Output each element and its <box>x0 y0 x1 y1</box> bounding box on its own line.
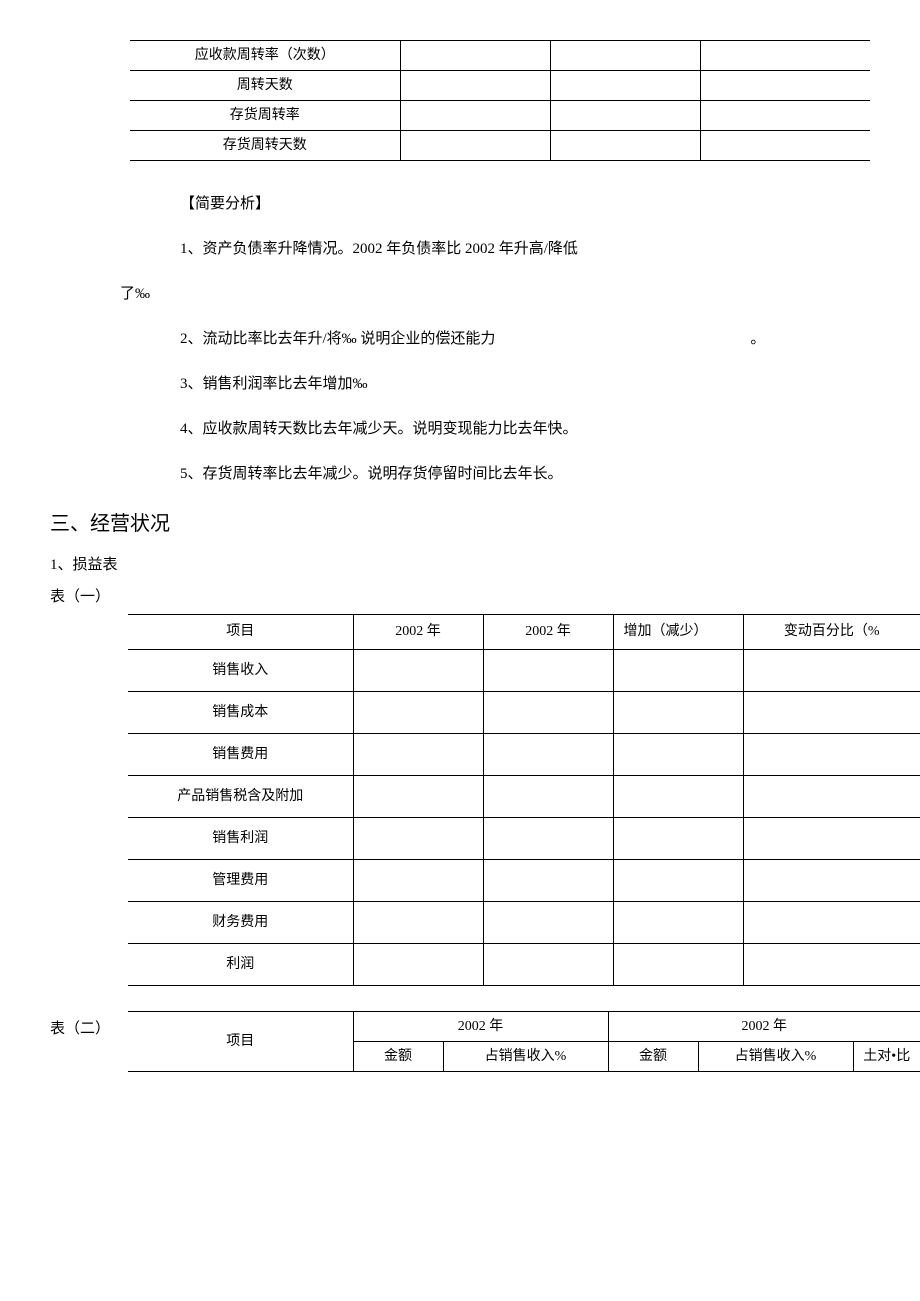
cell-value <box>400 131 550 161</box>
cell-value <box>743 776 920 818</box>
analysis-item-1: 1、资产负债率升降情况。2002 年负债率比 2002 年升高/降低 <box>0 236 920 263</box>
cell-value <box>483 776 613 818</box>
cell-value <box>550 101 700 131</box>
analysis-item-2: 2、流动比率比去年升/将‰ 说明企业的偿还能力 。 <box>0 326 920 353</box>
analysis-item-3: 3、销售利润率比去年增加‰ <box>0 371 920 398</box>
cell-label: 利润 <box>128 944 353 986</box>
cell-label: 存货周转天数 <box>130 131 400 161</box>
cell-value <box>743 944 920 986</box>
cell-label: 管理费用 <box>128 860 353 902</box>
table-row: 周转天数 <box>130 71 870 101</box>
header-year1: 2002 年 <box>353 615 483 650</box>
cell-value <box>353 692 483 734</box>
cell-value <box>483 650 613 692</box>
cell-value <box>483 692 613 734</box>
table-row: 产品销售税含及附加 <box>128 776 920 818</box>
table-sales-comparison: 项目 2002 年 2002 年 金额 占销售收入% 金额 占销售收入% 土对•… <box>128 1011 920 1072</box>
table-row: 存货周转天数 <box>130 131 870 161</box>
cell-value <box>613 902 743 944</box>
table-label-2: 表（二） <box>0 1011 128 1043</box>
cell-value <box>613 944 743 986</box>
cell-label: 存货周转率 <box>130 101 400 131</box>
analysis-item-4: 4、应收款周转天数比去年减少天。说明变现能力比去年快。 <box>0 416 920 443</box>
sub-header-percent: 占销售收入% <box>443 1042 608 1072</box>
sub-heading-income: 1、损益表 <box>0 552 920 579</box>
cell-value <box>483 734 613 776</box>
table-income-statement: 项目 2002 年 2002 年 增加（减少） 变动百分比（% 销售收入 销售成… <box>128 614 920 986</box>
cell-value <box>743 902 920 944</box>
cell-value <box>353 734 483 776</box>
header-year1: 2002 年 <box>353 1012 608 1042</box>
cell-value <box>743 692 920 734</box>
table-row: 销售收入 <box>128 650 920 692</box>
cell-value <box>700 41 870 71</box>
table-label-1: 表（一） <box>0 584 920 611</box>
header-year2: 2002 年 <box>608 1012 920 1042</box>
cell-value <box>613 818 743 860</box>
cell-label: 应收款周转率（次数） <box>130 41 400 71</box>
table-row: 利润 <box>128 944 920 986</box>
cell-value <box>550 131 700 161</box>
sub-header-percent: 占销售收入% <box>698 1042 853 1072</box>
table-row: 销售费用 <box>128 734 920 776</box>
cell-value <box>743 734 920 776</box>
cell-value <box>400 101 550 131</box>
table-row: 管理费用 <box>128 860 920 902</box>
analysis-header: 【简要分析】 <box>0 191 920 218</box>
cell-value <box>613 776 743 818</box>
cell-value <box>700 131 870 161</box>
cell-label: 周转天数 <box>130 71 400 101</box>
cell-label: 销售利润 <box>128 818 353 860</box>
cell-value <box>353 818 483 860</box>
cell-label: 销售成本 <box>128 692 353 734</box>
analysis-item-5: 5、存货周转率比去年减少。说明存货停留时间比去年长。 <box>0 461 920 488</box>
cell-value <box>353 902 483 944</box>
cell-value <box>613 650 743 692</box>
table-row: 财务费用 <box>128 902 920 944</box>
cell-value <box>483 818 613 860</box>
cell-value <box>743 650 920 692</box>
cell-label: 产品销售税含及附加 <box>128 776 353 818</box>
header-change: 增加（减少） <box>613 615 743 650</box>
cell-value <box>700 101 870 131</box>
header-item: 项目 <box>128 615 353 650</box>
analysis-item-1-cont: 了‰ <box>0 281 920 308</box>
header-item: 项目 <box>128 1012 353 1072</box>
cell-value <box>400 71 550 101</box>
cell-value <box>353 650 483 692</box>
sub-header-amount: 金额 <box>353 1042 443 1072</box>
table-row: 存货周转率 <box>130 101 870 131</box>
analysis-item-2a: 2、流动比率比去年升/将‰ 说明企业的偿还能力 <box>180 326 495 353</box>
cell-value <box>743 860 920 902</box>
analysis-item-2b: 。 <box>750 326 765 353</box>
section-heading-3: 三、经营状况 <box>0 506 920 542</box>
sub-header-compare: 土对•比 <box>853 1042 920 1072</box>
cell-value <box>550 41 700 71</box>
cell-value <box>353 776 483 818</box>
table-header-row-1: 项目 2002 年 2002 年 <box>128 1012 920 1042</box>
cell-value <box>353 944 483 986</box>
cell-value <box>483 944 613 986</box>
cell-value <box>613 860 743 902</box>
sub-header-amount: 金额 <box>608 1042 698 1072</box>
cell-value <box>483 902 613 944</box>
cell-value <box>550 71 700 101</box>
cell-label: 销售收入 <box>128 650 353 692</box>
cell-value <box>613 692 743 734</box>
table-row: 销售成本 <box>128 692 920 734</box>
cell-value <box>353 860 483 902</box>
cell-value <box>613 734 743 776</box>
table-row: 销售利润 <box>128 818 920 860</box>
cell-label: 销售费用 <box>128 734 353 776</box>
header-percent: 变动百分比（% <box>743 615 920 650</box>
table-row: 应收款周转率（次数） <box>130 41 870 71</box>
cell-value <box>700 71 870 101</box>
table-turnover-metrics: 应收款周转率（次数） 周转天数 存货周转率 存货周转天数 <box>130 40 870 161</box>
cell-value <box>483 860 613 902</box>
cell-value <box>743 818 920 860</box>
cell-label: 财务费用 <box>128 902 353 944</box>
cell-value <box>400 41 550 71</box>
table-header-row: 项目 2002 年 2002 年 增加（减少） 变动百分比（% <box>128 615 920 650</box>
header-year2: 2002 年 <box>483 615 613 650</box>
